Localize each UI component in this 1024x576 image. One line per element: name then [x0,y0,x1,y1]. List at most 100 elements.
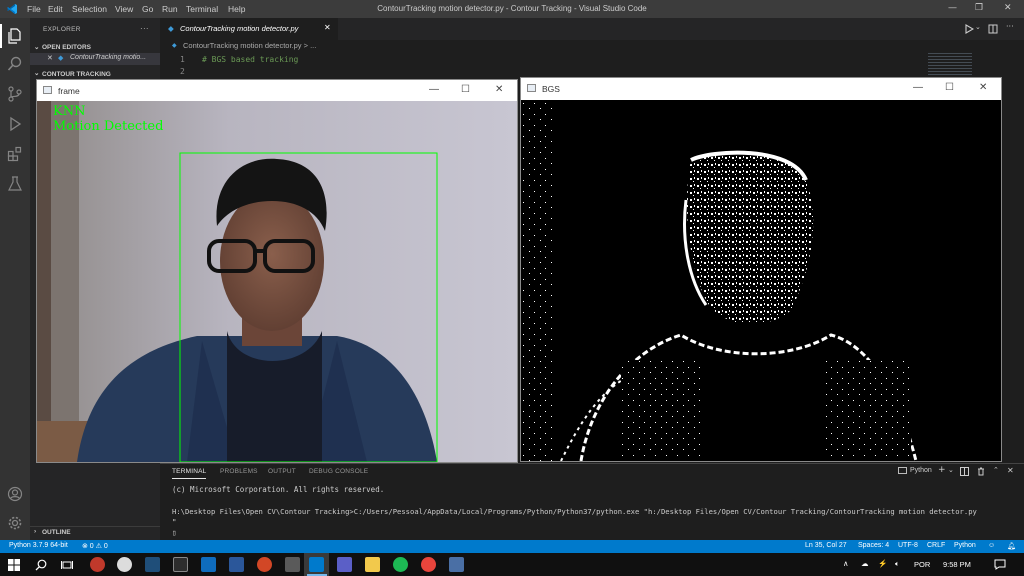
breadcrumb: ◆ ContourTracking motion detector.py > .… [160,40,1024,53]
extensions-icon[interactable] [7,146,23,162]
language-indicator[interactable]: POR [914,560,930,569]
tab-debug-console[interactable]: DEBUG CONSOLE [309,468,368,475]
webcam-frame-image [37,101,517,462]
settings-gear-icon[interactable] [7,515,23,531]
mail-icon[interactable] [201,557,216,572]
app-icon[interactable] [285,557,300,572]
tab-problems[interactable]: PROBLEMS [220,468,258,475]
cursor-position[interactable]: Ln 35, Col 27 [805,542,847,549]
word-icon[interactable] [229,557,244,572]
more-actions-icon[interactable]: ··· [1006,22,1014,31]
account-icon[interactable] [7,486,23,502]
minimize-icon[interactable]: — [913,83,923,93]
menu-edit[interactable]: Edit [48,4,63,14]
chevron-down-icon[interactable]: ⌄ [975,23,981,31]
volume-icon[interactable]: 🔈︎ [895,559,900,569]
outline-header[interactable]: OUTLINE [42,529,71,536]
search-icon[interactable] [35,559,47,571]
powerpoint-icon[interactable] [257,557,272,572]
code-line: # BGS based tracking [202,55,299,64]
chevron-down-icon[interactable]: ⌄ [34,69,39,77]
chevron-up-icon[interactable]: ⌃ [993,466,999,474]
maximize-icon[interactable]: ☐ [461,85,470,95]
tab-label: ContourTracking motion detector.py [180,24,299,33]
indentation[interactable]: Spaces: 4 [858,542,889,549]
vscode-taskbar-icon[interactable] [309,557,324,572]
python-file-icon: ◆ [172,43,177,49]
python-interpreter[interactable]: Python 3.7.9 64-bit [9,542,68,549]
detector-label: KNN [53,104,86,119]
windows-start-icon[interactable] [8,559,20,571]
line-number: 2 [180,67,185,76]
close-icon[interactable]: ✕ [979,83,987,93]
breadcrumb-path[interactable]: ContourTracking motion detector.py > ... [183,41,316,50]
tab-output[interactable]: OUTPUT [268,468,296,475]
trash-icon[interactable] [977,467,985,476]
chevron-right-icon[interactable]: › [34,528,36,535]
minimap[interactable] [928,53,972,79]
active-indicator [0,24,2,48]
cloud-icon[interactable]: ☁ [861,559,869,568]
explorer-icon[interactable] [7,28,23,44]
menu-go[interactable]: Go [142,4,153,14]
restore-icon[interactable]: ❐ [975,3,983,13]
menu-help[interactable]: Help [228,4,245,14]
bgs-window: BGS — ☐ ✕ [520,77,1002,462]
open-editor-row[interactable]: ✕ ◆ ContourTracking motio... [30,53,160,65]
source-control-icon[interactable] [7,86,23,102]
chevron-down-icon[interactable]: ⌄ [948,466,954,474]
split-editor-icon[interactable] [988,24,998,34]
file-explorer-icon[interactable] [365,557,380,572]
terminal-line: (c) Microsoft Corporation. All rights re… [172,485,385,494]
action-center-icon[interactable] [994,559,1006,570]
minimize-icon[interactable]: — [429,85,439,95]
app-icon[interactable] [117,557,132,572]
menu-selection[interactable]: Selection [72,4,107,14]
open-editors-header[interactable]: OPEN EDITORS [42,44,91,51]
encoding[interactable]: UTF-8 [898,542,918,549]
split-terminal-icon[interactable] [960,467,969,476]
menu-terminal[interactable]: Terminal [186,4,218,14]
language-mode[interactable]: Python [954,542,976,549]
clock[interactable]: 9:58 PM [943,560,971,569]
notifications-icon[interactable]: 🔔︎ [1007,542,1016,550]
close-tab-icon[interactable]: ✕ [324,23,331,32]
pdf-app-icon[interactable] [90,557,105,572]
new-terminal-icon[interactable]: + [938,465,946,475]
teams-icon[interactable] [337,557,352,572]
frame-window-titlebar: frame — ☐ ✕ [37,80,517,100]
feedback-icon[interactable]: ☺ [988,542,995,549]
close-editor-icon[interactable]: ✕ [47,54,53,62]
problems-count[interactable]: ⊗ 0 ⚠ 0 [82,542,108,550]
network-icon[interactable]: ⚡ [878,559,887,568]
run-file-icon[interactable] [964,24,974,34]
folder-header[interactable]: CONTOUR TRACKING [42,71,111,78]
chevron-down-icon[interactable]: ⌄ [34,43,39,51]
vscode-logo-icon [7,4,17,14]
minimize-icon[interactable]: — [948,3,957,13]
terminal-selector[interactable]: Python [910,467,932,474]
command-prompt-icon[interactable] [173,557,188,572]
run-debug-icon[interactable] [7,116,23,132]
terminal-cursor[interactable]: ▯ [172,528,177,537]
close-icon[interactable]: ✕ [1004,3,1012,13]
task-view-icon[interactable] [61,559,73,571]
chrome-icon[interactable] [421,557,436,572]
spotify-icon[interactable] [393,557,408,572]
more-actions-icon[interactable]: ··· [140,24,149,33]
app-icon[interactable] [145,557,160,572]
menu-run[interactable]: Run [162,4,178,14]
close-icon[interactable]: ✕ [495,85,503,95]
tab-active[interactable]: ◆ ContourTracking motion detector.py ✕ [160,18,338,40]
menu-file[interactable]: File [27,4,41,14]
tab-terminal[interactable]: TERMINAL [172,468,206,475]
testing-icon[interactable] [7,176,23,192]
search-icon[interactable] [7,56,23,72]
menu-view[interactable]: View [115,4,133,14]
app-icon[interactable] [449,557,464,572]
end-of-line[interactable]: CRLF [927,542,945,549]
close-panel-icon[interactable]: ✕ [1007,466,1014,475]
open-editor-label: ContourTracking motio... [70,54,147,61]
chevron-up-icon[interactable]: ∧ [843,559,849,568]
maximize-icon[interactable]: ☐ [945,83,954,93]
